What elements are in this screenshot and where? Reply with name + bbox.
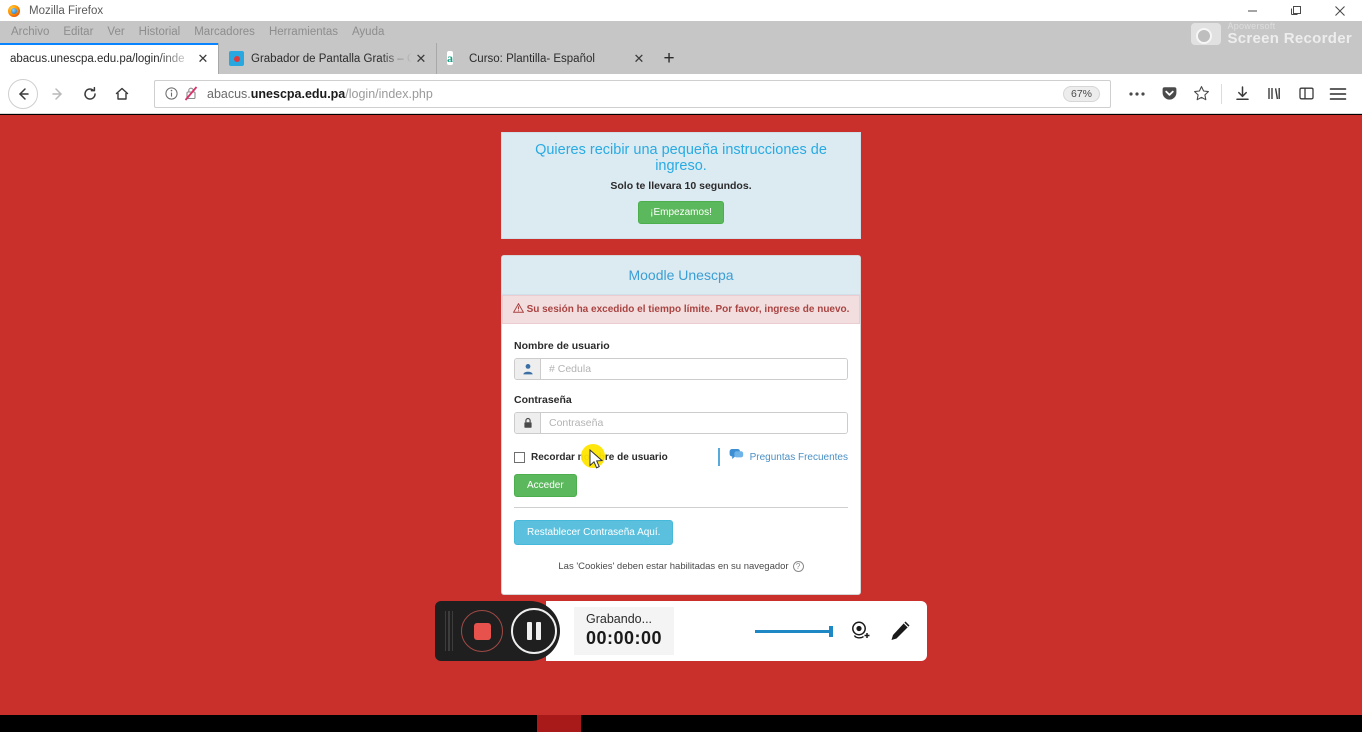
menu-item-archivo[interactable]: Archivo — [4, 24, 56, 40]
crossed-lock-icon[interactable] — [181, 86, 201, 101]
home-icon[interactable] — [106, 78, 138, 110]
recorder-status-panel: Grabando... 00:00:00 — [546, 601, 927, 661]
faq-label: Preguntas Frecuentes — [749, 451, 848, 463]
bottom-red-indicator — [537, 715, 581, 732]
star-icon[interactable] — [1185, 78, 1217, 110]
submit-row: Acceder — [514, 474, 848, 508]
tab-close-icon[interactable]: ✕ — [630, 50, 648, 68]
stop-record-icon[interactable] — [461, 610, 503, 652]
intro-tour-panel: Quieres recibir una pequeña instruccione… — [501, 132, 861, 239]
recorder-icon — [229, 51, 244, 66]
menu-item-ver[interactable]: Ver — [100, 24, 131, 40]
reset-password-button[interactable]: Restablecer Contraseña Aquí. — [514, 520, 674, 545]
pause-icon[interactable] — [511, 608, 557, 654]
login-card: Moodle Unescpa Su sesión ha excedido el … — [501, 255, 861, 595]
chat-bubble-icon — [729, 448, 744, 466]
tab-close-icon[interactable]: ✕ — [412, 50, 430, 68]
tab-curso-plantilla[interactable]: a Curso: Plantilla- Español ✕ — [436, 43, 654, 74]
tab-abacus-login[interactable]: abacus.unescpa.edu.pa/login/inde ✕ — [0, 43, 218, 74]
help-circle-icon[interactable]: ? — [792, 561, 804, 572]
sidebar-icon[interactable] — [1290, 78, 1322, 110]
tab-grabador-pantalla[interactable]: Grabador de Pantalla Gratis – C ✕ — [218, 43, 436, 74]
checkbox-box[interactable] — [514, 451, 525, 463]
username-label: Nombre de usuario — [514, 340, 610, 352]
volume-slider[interactable] — [755, 624, 833, 638]
menu-item-marcadores[interactable]: Marcadores — [187, 24, 262, 40]
title-bar: Mozilla Firefox — [0, 0, 1362, 21]
password-input[interactable] — [541, 413, 847, 433]
back-arrow-icon[interactable] — [8, 78, 38, 109]
moodle-icon: a — [447, 51, 453, 65]
menu-item-editar[interactable]: Editar — [56, 24, 100, 40]
password-input-group[interactable] — [514, 412, 848, 434]
login-card-title: Moodle Unescpa — [502, 256, 860, 295]
lock-icon — [515, 413, 541, 433]
login-form: Nombre de usuario Contraseña — [502, 324, 860, 594]
new-tab-button[interactable]: + — [654, 44, 684, 74]
webcam-add-icon[interactable] — [847, 618, 873, 644]
tab-label: Curso: Plantilla- Español — [469, 52, 595, 65]
close-button[interactable] — [1318, 0, 1362, 21]
warning-triangle-icon — [512, 302, 524, 316]
recorder-status-box: Grabando... 00:00:00 — [574, 607, 675, 655]
hamburger-menu-icon[interactable] — [1322, 78, 1354, 110]
menu-item-ayuda[interactable]: Ayuda — [345, 24, 391, 40]
menu-bar: Archivo Editar Ver Historial Marcadores … — [0, 21, 1362, 42]
username-input[interactable] — [541, 359, 847, 379]
intro-subtitle: Solo te llevara 10 segundos. — [610, 180, 752, 192]
tab-strip: abacus.unescpa.edu.pa/login/inde ✕ Graba… — [0, 42, 1362, 74]
firefox-logo-icon — [7, 4, 21, 18]
password-label: Contraseña — [514, 394, 572, 406]
pencil-icon[interactable] — [887, 618, 913, 644]
screen-recorder-toolbar: Grabando... 00:00:00 — [435, 601, 927, 661]
recorder-controls-panel — [435, 601, 560, 661]
zoom-level-indicator[interactable]: 67% — [1062, 85, 1100, 102]
window-controls — [1230, 0, 1362, 21]
drag-handle[interactable] — [445, 611, 453, 651]
window-title: Mozilla Firefox — [29, 4, 104, 17]
session-expired-alert: Su sesión ha excedido el tiempo límite. … — [502, 295, 860, 324]
alert-text: Su sesión ha excedido el tiempo límite. … — [526, 304, 850, 315]
tab-label: abacus.unescpa.edu.pa/login/inde — [10, 52, 185, 65]
remember-row: Recordar nombre de usuario Preguntas Fr — [514, 448, 848, 466]
cookies-note: Las 'Cookies' deben estar habilitadas en… — [514, 545, 848, 582]
start-tour-button[interactable]: ¡Empezamos! — [638, 201, 724, 224]
bottom-black-bar — [0, 715, 1362, 732]
tab-label: Grabador de Pantalla Gratis – C — [251, 52, 412, 65]
cookies-note-text: Las 'Cookies' deben estar habilitadas en… — [558, 561, 789, 572]
recorder-status-label: Grabando... — [586, 612, 653, 627]
menu-item-historial[interactable]: Historial — [132, 24, 188, 40]
minimize-button[interactable] — [1230, 0, 1274, 21]
menu-item-herramientas[interactable]: Herramientas — [262, 24, 345, 40]
browser-window: Mozilla Firefox Archivo Editar Ver Histo… — [0, 0, 1362, 732]
maximize-button[interactable] — [1274, 0, 1318, 21]
url-bar[interactable]: abacus.unescpa.edu.pa/login/index.php 67… — [154, 79, 1111, 108]
acceder-button[interactable]: Acceder — [514, 474, 577, 497]
username-input-group[interactable] — [514, 358, 848, 380]
download-icon[interactable] — [1226, 78, 1258, 110]
library-icon[interactable] — [1258, 78, 1290, 110]
info-circle-icon[interactable] — [161, 87, 181, 100]
reload-icon[interactable] — [74, 78, 106, 110]
url-text: abacus.unescpa.edu.pa/login/index.php — [207, 86, 433, 101]
intro-title: Quieres recibir una pequeña instruccione… — [535, 142, 827, 174]
mouse-pointer-icon — [589, 448, 605, 476]
user-icon — [515, 359, 541, 379]
ellipsis-icon[interactable] — [1121, 78, 1153, 110]
forward-arrow-icon — [42, 78, 74, 110]
tab-close-icon[interactable]: ✕ — [194, 50, 212, 68]
navigation-toolbar: abacus.unescpa.edu.pa/login/index.php 67… — [0, 74, 1362, 114]
toolbar-divider — [1221, 83, 1222, 104]
pocket-icon[interactable] — [1153, 78, 1185, 110]
recorder-timer: 00:00:00 — [586, 627, 663, 648]
faq-link[interactable]: Preguntas Frecuentes — [717, 448, 848, 466]
